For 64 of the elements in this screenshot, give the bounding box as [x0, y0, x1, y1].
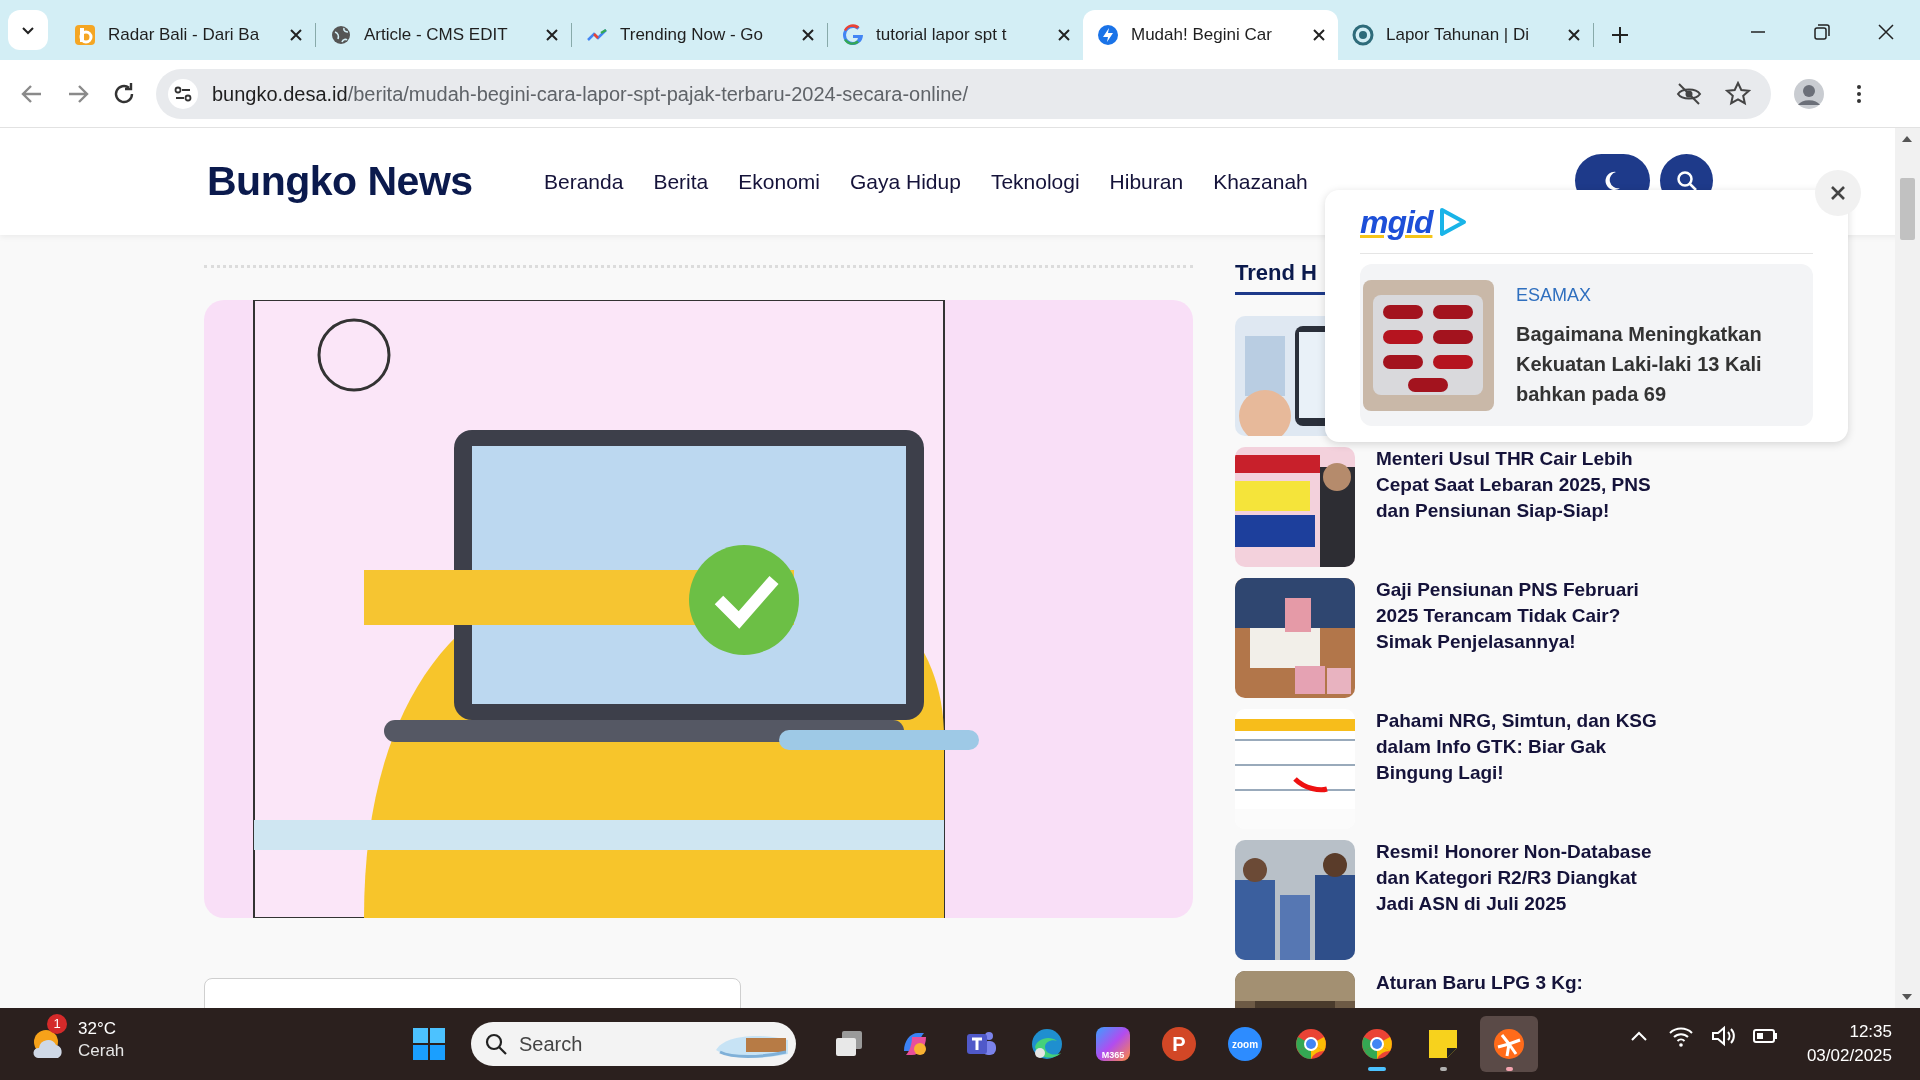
site-logo[interactable]: Bungko News [207, 150, 507, 213]
close-icon[interactable] [545, 28, 559, 42]
address-bar[interactable]: bungko.desa.id/berita/mudah-begini-cara-lapor-spt-pajak-terbaru-2024-secara-online/ [156, 68, 1771, 119]
notification-badge: 1 [47, 1014, 67, 1034]
close-icon[interactable] [1312, 28, 1326, 42]
article-link[interactable]: Gaji Pensiunan PNS Februari 2025 Terancam Tidak Cair? Simak Penjelasannya! [1376, 577, 1675, 655]
browser-tab[interactable]: Trending Now - Go [572, 10, 827, 60]
browser-tab[interactable]: tutorial lapor spt t [828, 10, 1083, 60]
nav-link[interactable]: Beranda [544, 165, 624, 198]
nav-link[interactable]: Berita [653, 165, 709, 198]
ring-logo-icon [1352, 24, 1374, 46]
scroll-thumb[interactable] [1900, 178, 1915, 240]
nav-link[interactable]: Hiburan [1109, 165, 1184, 198]
browser-tab[interactable]: Lapor Tahunan | Di [1338, 10, 1593, 60]
close-icon [1830, 185, 1846, 201]
article-link[interactable]: Menteri Usul THR Cair Lebih Cepat Saat Lebaran 2025, PNS dan Pensiunan Siap-Siap! [1376, 446, 1675, 524]
clock[interactable]: 12:35 03/02/2025 [1806, 1020, 1892, 1068]
close-icon[interactable] [289, 28, 303, 42]
app-label: P [1162, 1027, 1196, 1061]
fan-icon [1492, 1027, 1526, 1061]
scrollbar[interactable] [1895, 128, 1920, 1008]
close-icon[interactable] [1057, 28, 1071, 42]
wave-icon [1030, 1027, 1064, 1061]
globe-icon [330, 24, 352, 46]
sticky-note-icon [1426, 1027, 1460, 1061]
browser-tab[interactable]: Article - CMS EDIT [316, 10, 571, 60]
nav-link[interactable]: Ekonomi [738, 165, 820, 198]
article-link[interactable]: Resmi! Honorer Non-Database dan Kategori R2/R3 Diangkat Jadi ASN di Juli 2025 [1376, 839, 1675, 917]
nav-link[interactable]: Khazanah [1213, 165, 1308, 198]
app-label: zoom [1228, 1027, 1262, 1061]
browser-tab[interactable]: Mudah! Begini Car [1083, 10, 1338, 60]
app-label: M365 [1101, 1049, 1125, 1061]
nav-link[interactable]: Teknologi [990, 165, 1080, 198]
weather-condition: Cerah [78, 1040, 125, 1062]
plus-icon [1611, 26, 1629, 44]
ad-source: ESAMAX [1516, 283, 1593, 307]
nav-link[interactable]: Gaya Hidup [849, 165, 961, 198]
star-icon[interactable] [1725, 80, 1751, 107]
browser-tab[interactable]: Radar Bali - Dari Ba [60, 10, 315, 60]
ad-title: Bagaimana Meningkatkan Kekuatan Laki-laki 13 Kali bahkan pada 69 [1516, 321, 1763, 407]
windows-logo-icon [412, 1027, 446, 1061]
b-logo-icon [74, 24, 96, 46]
taskbar-app-button[interactable]: P [1150, 1016, 1208, 1072]
google-g-icon [842, 24, 864, 46]
lightning-icon [1097, 24, 1119, 46]
taskbar-app-button[interactable] [1480, 1016, 1538, 1072]
close-icon[interactable] [1567, 28, 1581, 42]
close-icon[interactable] [801, 28, 815, 42]
site-settings-icon[interactable] [168, 78, 198, 109]
search-field[interactable]: Search [471, 1022, 796, 1066]
search-placeholder: Search [519, 1032, 584, 1057]
article-link[interactable]: Aturan Baru LPG 3 Kg: [1376, 970, 1675, 996]
article-link[interactable]: Pahami NRG, Simtun, dan KSG dalam Info GTK: Biar Gak Bingung Lagi! [1376, 708, 1675, 786]
chrome-icon [1360, 1027, 1394, 1061]
scroll-up-icon [1902, 136, 1912, 142]
chrome-icon [1294, 1027, 1328, 1061]
temperature-text: 32°C [78, 1018, 117, 1040]
ad-brand-logo: mgid [1360, 202, 1433, 242]
scroll-down-icon [1902, 994, 1912, 1000]
url-text: bungko.desa.id/berita/mudah-begini-cara-lapor-spt-pajak-terbaru-2024-secara-online/ [212, 81, 968, 107]
avatar-icon[interactable] [1793, 77, 1825, 110]
search-icon [485, 1033, 507, 1055]
section-heading: Trend H [1235, 259, 1317, 287]
ad-card[interactable]: ESAMAX Bagaimana Meningkatkan Kekuatan Laki-laki 13 Kali bahkan pada 69 [1360, 264, 1813, 426]
